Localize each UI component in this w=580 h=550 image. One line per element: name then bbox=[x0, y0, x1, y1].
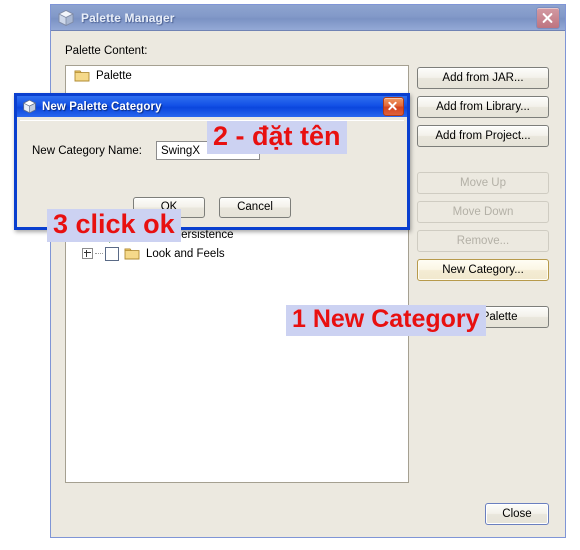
annotation-step-2: 2 - đặt tên bbox=[207, 121, 347, 154]
annotation-step-3: 3 click ok bbox=[47, 209, 181, 242]
palette-content-label: Palette Content: bbox=[65, 45, 148, 57]
add-from-jar-button[interactable]: Add from JAR... bbox=[417, 67, 549, 89]
add-from-project-button[interactable]: Add from Project... bbox=[417, 125, 549, 147]
cancel-button[interactable]: Cancel bbox=[219, 197, 291, 218]
move-up-button: Move Up bbox=[417, 172, 549, 194]
remove-button: Remove... bbox=[417, 230, 549, 252]
move-down-button: Move Down bbox=[417, 201, 549, 223]
palette-manager-titlebar[interactable]: Palette Manager bbox=[51, 5, 565, 31]
cube-icon bbox=[58, 9, 74, 26]
close-button-row: Close bbox=[485, 503, 549, 525]
palette-action-buttons: Add from JAR... Add from Library... Add … bbox=[417, 67, 549, 335]
add-from-library-button[interactable]: Add from Library... bbox=[417, 96, 549, 118]
close-icon[interactable] bbox=[383, 97, 404, 116]
new-category-name-label: New Category Name: bbox=[32, 145, 142, 157]
folder-icon bbox=[124, 248, 140, 260]
palette-manager-window: Palette Manager Palette Content: Palette bbox=[50, 4, 566, 538]
dialog-title: New Palette Category bbox=[42, 100, 162, 113]
new-category-button[interactable]: New Category... bbox=[417, 259, 549, 281]
tree-row[interactable]: Look and Feels bbox=[66, 244, 408, 263]
tree-checkbox[interactable] bbox=[105, 246, 119, 261]
close-icon[interactable] bbox=[536, 6, 560, 29]
tree-connector bbox=[95, 252, 103, 255]
tree-root-label: Palette bbox=[96, 69, 132, 82]
expand-toggle-icon[interactable] bbox=[82, 248, 93, 259]
close-button[interactable]: Close bbox=[485, 503, 549, 525]
button-group-divider bbox=[417, 154, 549, 172]
tree-item-label: Look and Feels bbox=[146, 247, 225, 260]
new-category-dialog-titlebar[interactable]: New Palette Category bbox=[17, 96, 407, 117]
window-title: Palette Manager bbox=[81, 10, 175, 25]
button-group-divider bbox=[417, 288, 549, 306]
annotation-step-1: 1 New Category bbox=[286, 305, 486, 336]
folder-icon bbox=[74, 70, 90, 82]
cube-icon bbox=[22, 99, 37, 114]
tree-root-row[interactable]: Palette bbox=[66, 66, 408, 85]
